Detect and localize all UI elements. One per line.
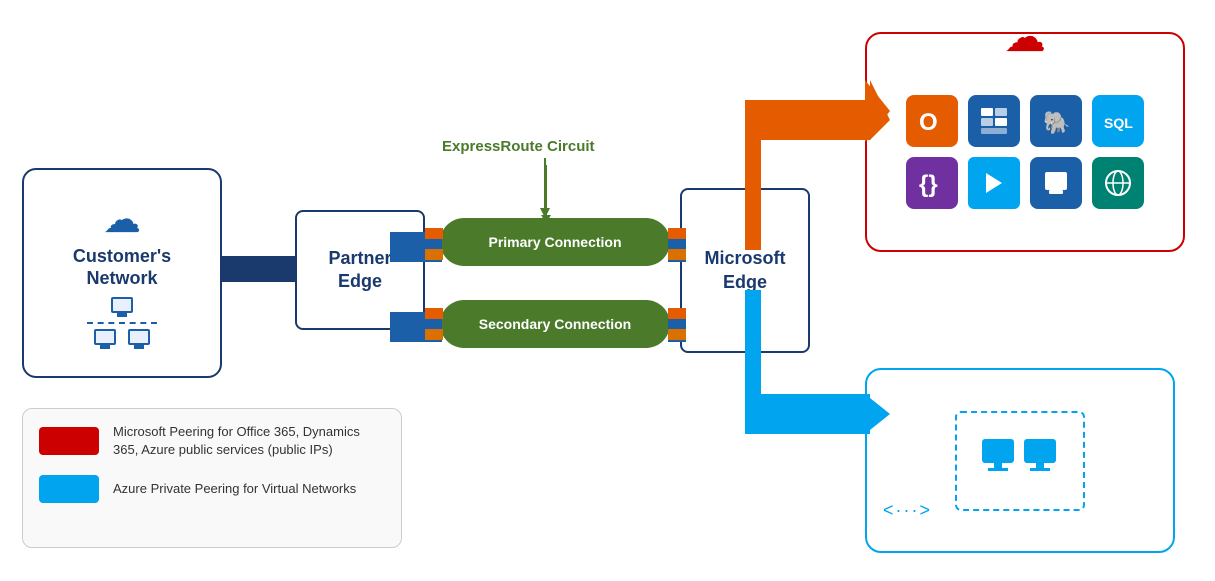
legend-text-red: Microsoft Peering for Office 365, Dynami… (113, 423, 385, 459)
office365-services-box: ☁ O 🐘 SQL (865, 32, 1185, 252)
legend-color-blue (39, 475, 99, 503)
customer-cloud-icon: ☁ (103, 197, 141, 242)
secondary-connection-pill: Secondary Connection (440, 300, 670, 348)
svg-text:O: O (919, 109, 938, 136)
media-icon (968, 157, 1020, 209)
diagram-container: ☁ Customer's Network (0, 0, 1215, 581)
legend-item-red: Microsoft Peering for Office 365, Dynami… (39, 423, 385, 459)
expressroute-arrow (545, 165, 547, 215)
svg-text:{}: {} (919, 171, 938, 198)
primary-connection-label: Primary Connection (488, 234, 621, 250)
partner-edge-label: Partner Edge (328, 247, 391, 294)
customer-network-label: Customer's Network (73, 246, 171, 289)
microsoft-edge-box: Microsoft Edge (680, 188, 810, 353)
globe-icon (1092, 157, 1144, 209)
partner-edge-box: Partner Edge (295, 210, 425, 330)
network-computers-icon (87, 297, 157, 349)
expressroute-label: ExpressRoute Circuit (442, 138, 595, 155)
azure-private-box: <···> (865, 368, 1175, 553)
vm-icon (980, 431, 1060, 491)
microsoft-edge-label: Microsoft Edge (705, 247, 786, 294)
legend-color-red (39, 427, 99, 455)
legend-item-blue: Azure Private Peering for Virtual Networ… (39, 475, 385, 503)
svg-text:🐘: 🐘 (1043, 110, 1070, 135)
primary-connection-pill: Primary Connection (440, 218, 670, 266)
secondary-connection-label: Secondary Connection (479, 316, 631, 332)
sql-icon: SQL (1092, 95, 1144, 147)
azure-dots-icon: <···> (883, 500, 932, 521)
storage-icon (1030, 157, 1082, 209)
azure-inner-network (955, 411, 1085, 511)
legend-box: Microsoft Peering for Office 365, Dynami… (22, 408, 402, 548)
legend-text-blue: Azure Private Peering for Virtual Networ… (113, 480, 356, 498)
hdinsight-icon: 🐘 (1030, 95, 1082, 147)
office365-cloud-icon: ☁ (1004, 12, 1046, 61)
analytics-icon (968, 95, 1020, 147)
svg-text:SQL: SQL (1104, 115, 1133, 131)
api-icon: {} (906, 157, 958, 209)
customer-network-box: ☁ Customer's Network (22, 168, 222, 378)
office365-icons: O 🐘 SQL {} (877, 95, 1173, 209)
office-icon: O (906, 95, 958, 147)
